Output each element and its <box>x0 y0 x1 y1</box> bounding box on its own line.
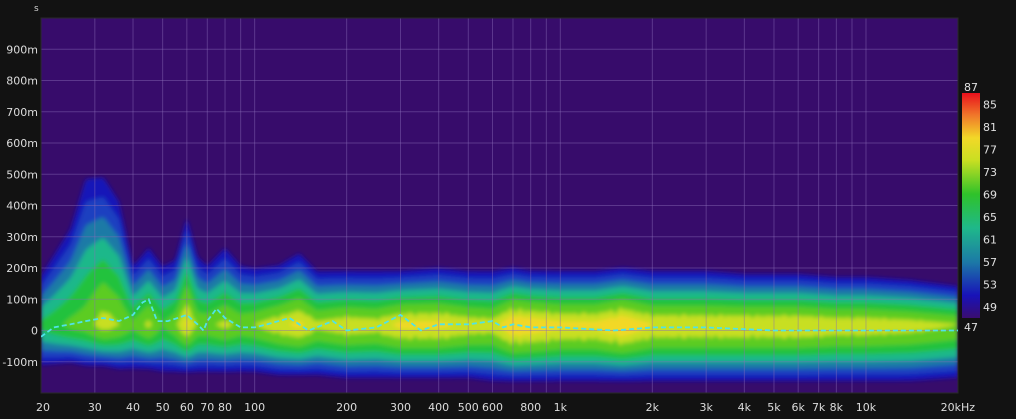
colorbar-tick-labels: 85 81 77 73 69 65 61 57 53 49 <box>983 98 997 314</box>
y-tick-label: 500m <box>6 168 38 181</box>
x-tick-label: 800 <box>520 401 541 414</box>
x-tick-label: 20kHz <box>941 401 976 414</box>
x-tick-label: 200 <box>336 401 357 414</box>
y-tick-label: 400m <box>6 200 38 213</box>
x-tick-label: 50 <box>156 401 170 414</box>
x-tick-label: 8k <box>830 401 844 414</box>
x-tick-label: 2k <box>646 401 660 414</box>
x-tick-label: 30 <box>88 401 102 414</box>
y-tick-label: 300m <box>6 231 38 244</box>
x-tick-label: 300 <box>390 401 411 414</box>
y-tick-label: 900m <box>6 43 38 56</box>
x-tick-label: 100 <box>244 401 265 414</box>
x-tick-label: 10k <box>856 401 877 414</box>
colorbar: 87 47 85 81 77 73 69 65 61 57 53 49 <box>962 81 997 334</box>
colorbar-tick-label: 61 <box>983 233 997 246</box>
colorbar-tick-label: 77 <box>983 143 997 156</box>
x-tick-label: 600 <box>482 401 503 414</box>
y-tick-label: -100m <box>2 356 38 369</box>
colorbar-tick-label: 85 <box>983 98 997 111</box>
y-tick-label: 800m <box>6 75 38 88</box>
y-tick-label: 700m <box>6 106 38 119</box>
x-tick-label: 400 <box>428 401 449 414</box>
y-tick-label: 100m <box>6 293 38 306</box>
x-tick-label: 7k <box>812 401 826 414</box>
x-tick-label: 500 <box>458 401 479 414</box>
y-tick-label: 600m <box>6 137 38 150</box>
colorbar-tick-label: 81 <box>983 121 997 134</box>
x-tick-label: 80 <box>218 401 232 414</box>
y-axis-tick-labels: 900m 800m 700m 600m 500m 400m 300m 200m 100m 0 -10… <box>2 43 38 369</box>
y-tick-label: 200m <box>6 262 38 275</box>
colorbar-tick-label: 65 <box>983 211 997 224</box>
x-tick-label: 3k <box>699 401 713 414</box>
colorbar-tick-label: 53 <box>983 278 997 291</box>
y-tick-label: 0 <box>31 325 38 338</box>
x-tick-label: 20 <box>36 401 50 414</box>
y-axis-label: s <box>34 4 39 14</box>
x-tick-label: 40 <box>126 401 140 414</box>
x-tick-label: 1k <box>554 401 568 414</box>
x-tick-label: 6k <box>791 401 805 414</box>
colorbar-tick-label: 73 <box>983 166 997 179</box>
colorbar-tick-label: 49 <box>983 301 997 314</box>
x-tick-label: 4k <box>738 401 752 414</box>
colorbar-bottom-label: 47 <box>964 321 978 334</box>
colorbar-top-label: 87 <box>964 81 978 94</box>
colorbar-tick-label: 69 <box>983 188 997 201</box>
x-tick-label: 60 <box>180 401 194 414</box>
x-tick-label: 5k <box>767 401 781 414</box>
spectrogram-chart: 20 30 40 50 60 70 80 100 200 300 400 500 600 800 1k 2k 3… <box>2 4 997 414</box>
colorbar-tick-label: 57 <box>983 256 997 269</box>
x-tick-label: 70 <box>200 401 214 414</box>
x-axis-tick-labels: 20 30 40 50 60 70 80 100 200 300 400 500 600 800 1k 2k 3… <box>36 401 975 414</box>
colorbar-gradient <box>962 93 980 318</box>
